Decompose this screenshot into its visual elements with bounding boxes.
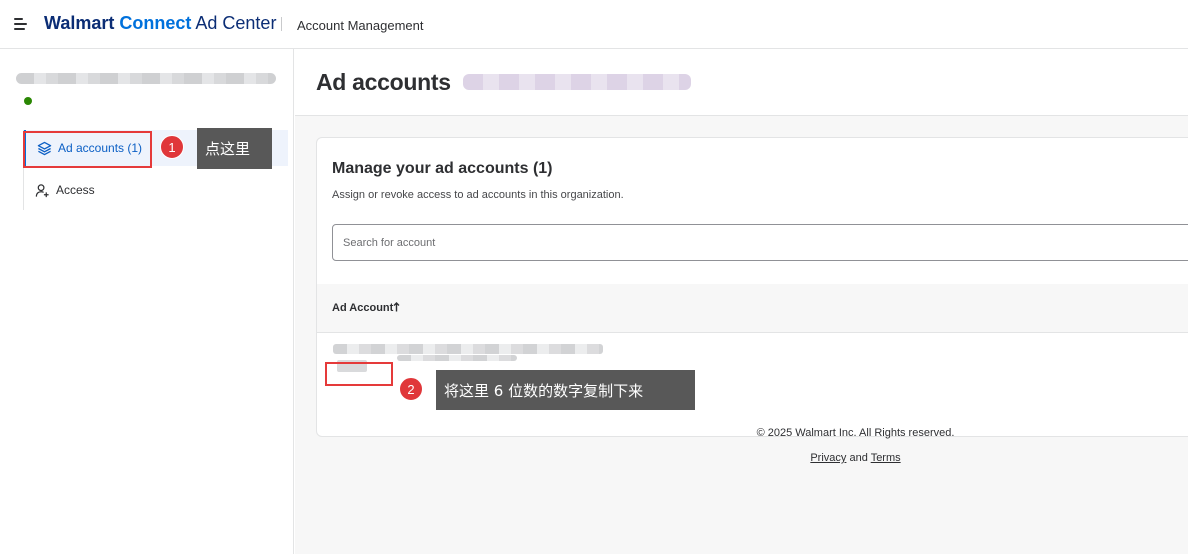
- brand-adcenter: Ad Center: [195, 13, 277, 33]
- brand-walmart: Walmart: [44, 13, 115, 33]
- section-title: Account Management: [297, 18, 424, 33]
- highlight-box-ad-accounts: [23, 131, 152, 168]
- footer-and: and: [849, 452, 868, 464]
- page-title: Ad accounts: [316, 69, 451, 95]
- organization-name-redacted: [16, 73, 276, 84]
- footer-copyright: © 2025 Walmart Inc. All Rights reserved.: [756, 427, 955, 439]
- hamburger-menu-icon[interactable]: [14, 18, 28, 30]
- callout-step-2: 将这里 6 位数的数字复制下来: [436, 370, 695, 410]
- footer-links: Privacy and Terms: [295, 452, 1188, 464]
- sidebar-item-access[interactable]: Access: [24, 172, 224, 208]
- account-name-redacted: [397, 355, 517, 361]
- table-header: Ad Account: [317, 284, 1188, 333]
- top-bar: Walmart Connect Ad Center Account Manage…: [0, 0, 1188, 49]
- terms-link[interactable]: Terms: [871, 452, 901, 464]
- step-badge-2: 2: [399, 377, 423, 401]
- column-header-ad-account[interactable]: Ad Account: [332, 302, 400, 314]
- card-title: Manage your ad accounts (1): [332, 160, 553, 177]
- privacy-link[interactable]: Privacy: [810, 452, 846, 464]
- main-content: Ad accounts Manage your ad accounts (1) …: [295, 49, 1188, 554]
- topbar-divider: [281, 17, 282, 31]
- brand-logo[interactable]: Walmart Connect Ad Center: [44, 13, 276, 34]
- step-badge-1: 1: [160, 135, 184, 159]
- arrow-up-icon: [393, 302, 400, 312]
- search-input[interactable]: [332, 224, 1188, 261]
- callout-step-1: 点这里: [197, 128, 272, 169]
- account-name-redacted: [333, 344, 603, 354]
- status-dot: [24, 97, 32, 105]
- sidebar: Ad accounts (1) Access: [0, 49, 294, 554]
- page-header: Ad accounts: [295, 49, 1188, 116]
- highlight-box-account-id: [325, 362, 393, 386]
- user-plus-icon: [35, 183, 49, 197]
- brand-connect: Connect: [119, 13, 192, 33]
- card-subtitle: Assign or revoke access to ad accounts i…: [332, 189, 624, 201]
- account-name-redacted: [463, 74, 691, 90]
- sidebar-item-label: Access: [56, 183, 95, 197]
